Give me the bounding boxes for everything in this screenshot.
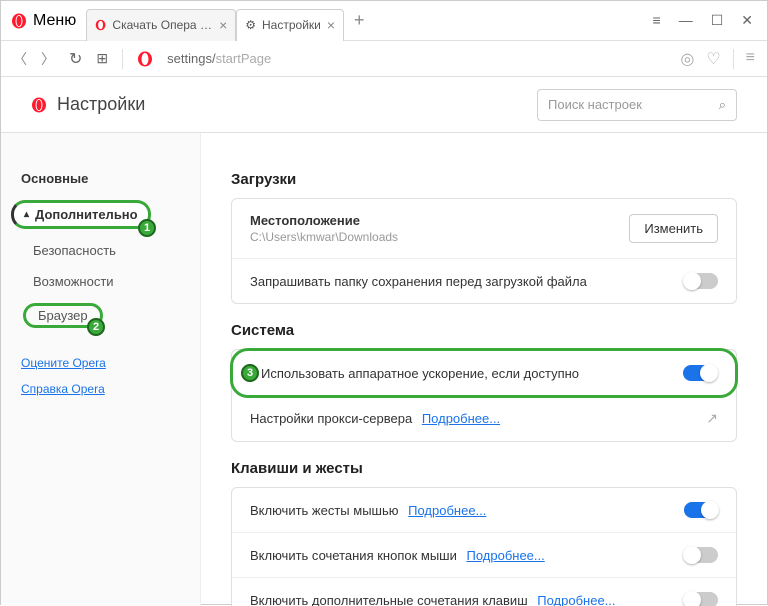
- settings-content: Загрузки Местоположение C:\Users\kmwar\D…: [201, 133, 767, 606]
- speed-dial-icon[interactable]: ⊞: [96, 50, 108, 67]
- menu-label: Меню: [33, 12, 76, 30]
- external-link-icon: ↗: [706, 410, 718, 427]
- new-tab-button[interactable]: +: [344, 10, 375, 31]
- row-ask-before-download[interactable]: Запрашивать папку сохранения перед загру…: [232, 259, 736, 303]
- sidebar-item-features[interactable]: Возможности: [1, 266, 200, 297]
- annotation-badge-1: 1: [138, 219, 156, 237]
- section-title-system: Система: [231, 322, 737, 339]
- reload-icon[interactable]: ↻: [69, 49, 82, 69]
- tab-label: Скачать Опера для компь: [112, 18, 213, 32]
- sidebar-item-security[interactable]: Безопасность: [1, 235, 200, 266]
- tab-download[interactable]: Скачать Опера для компь ×: [86, 9, 236, 41]
- toggle-ask-download[interactable]: [684, 273, 718, 289]
- page-title: Настройки: [57, 94, 145, 115]
- sidebar: Основные ▴ Дополнительно 1 Безопасность …: [1, 133, 201, 606]
- row-mouse-combo[interactable]: Включить сочетания кнопок мыши Подробнее…: [232, 533, 736, 578]
- proxy-more-link[interactable]: Подробнее...: [422, 411, 500, 426]
- chevron-up-icon: ▴: [24, 209, 29, 220]
- section-title-gestures: Клавиши и жесты: [231, 460, 737, 477]
- settings-header: Настройки Поиск настроек ⌕: [1, 77, 767, 133]
- opera-icon: [137, 51, 153, 67]
- sidebar-item-advanced[interactable]: ▴ Дополнительно: [11, 200, 151, 229]
- minimize-icon[interactable]: —: [679, 12, 693, 29]
- search-placeholder: Поиск настроек: [548, 97, 642, 112]
- search-icon: ⌕: [719, 97, 726, 113]
- mouse-more-link[interactable]: Подробнее...: [408, 503, 486, 518]
- row-mouse-gestures[interactable]: Включить жесты мышью Подробнее...: [232, 488, 736, 533]
- toggle-mouse-gestures[interactable]: [684, 502, 718, 518]
- close-icon[interactable]: ×: [327, 17, 335, 33]
- tabs-menu-icon[interactable]: ≡: [653, 12, 661, 29]
- opera-icon: [95, 17, 106, 33]
- divider: [122, 49, 123, 69]
- change-button[interactable]: Изменить: [629, 214, 718, 243]
- downloads-card: Местоположение C:\Users\kmwar\Downloads …: [231, 198, 737, 304]
- maximize-icon[interactable]: ☐: [711, 12, 724, 29]
- tab-settings[interactable]: ⚙ Настройки ×: [236, 9, 344, 41]
- close-window-icon[interactable]: ✕: [741, 12, 753, 29]
- annotation-badge-2: 2: [87, 318, 105, 336]
- section-title-downloads: Загрузки: [231, 171, 737, 188]
- divider: [733, 49, 734, 69]
- system-card: 3 Использовать аппаратное ускорение, есл…: [231, 349, 737, 442]
- menu-button[interactable]: Меню: [1, 1, 86, 41]
- row-hardware-accel[interactable]: 3 Использовать аппаратное ускорение, есл…: [230, 348, 738, 398]
- toggle-mouse-combo[interactable]: [684, 547, 718, 563]
- tab-label: Настройки: [262, 18, 321, 32]
- sidebar-item-basic[interactable]: Основные: [1, 163, 200, 194]
- row-download-location: Местоположение C:\Users\kmwar\Downloads …: [232, 199, 736, 259]
- snapshot-icon[interactable]: ◎: [680, 49, 694, 69]
- gear-icon: ⚙: [245, 18, 256, 32]
- location-value: C:\Users\kmwar\Downloads: [250, 230, 629, 244]
- mouse-combo-more-link[interactable]: Подробнее...: [466, 548, 544, 563]
- location-label: Местоположение: [250, 213, 629, 228]
- gestures-card: Включить жесты мышью Подробнее... Включи…: [231, 487, 737, 606]
- address-bar: 〈 〉 ↻ ⊞ settings/startPage ◎ ♡ ≡: [1, 41, 767, 77]
- annotation-badge-3: 3: [241, 364, 259, 382]
- sidebar-link-help[interactable]: Справка Opera: [1, 376, 200, 402]
- bookmark-icon[interactable]: ♡: [706, 49, 720, 69]
- toggle-key-combo[interactable]: [684, 592, 718, 606]
- key-combo-more-link[interactable]: Подробнее...: [537, 593, 615, 606]
- opera-icon: [31, 97, 47, 113]
- sidebar-link-rate[interactable]: Оцените Opera: [1, 350, 200, 376]
- search-input[interactable]: Поиск настроек ⌕: [537, 89, 737, 121]
- opera-icon: [11, 13, 27, 29]
- row-proxy-settings[interactable]: Настройки прокси-сервера Подробнее... ↗: [232, 396, 736, 441]
- easy-setup-icon[interactable]: ≡: [746, 49, 755, 69]
- url-field[interactable]: settings/startPage: [167, 51, 666, 66]
- close-icon[interactable]: ×: [219, 17, 227, 33]
- titlebar: Меню Скачать Опера для компь × ⚙ Настрой…: [1, 1, 767, 41]
- back-icon[interactable]: 〈: [13, 49, 27, 69]
- toggle-hw-accel[interactable]: [683, 365, 717, 381]
- forward-icon[interactable]: 〉: [41, 49, 55, 69]
- row-key-combo[interactable]: Включить дополнительные сочетания клавиш…: [232, 578, 736, 606]
